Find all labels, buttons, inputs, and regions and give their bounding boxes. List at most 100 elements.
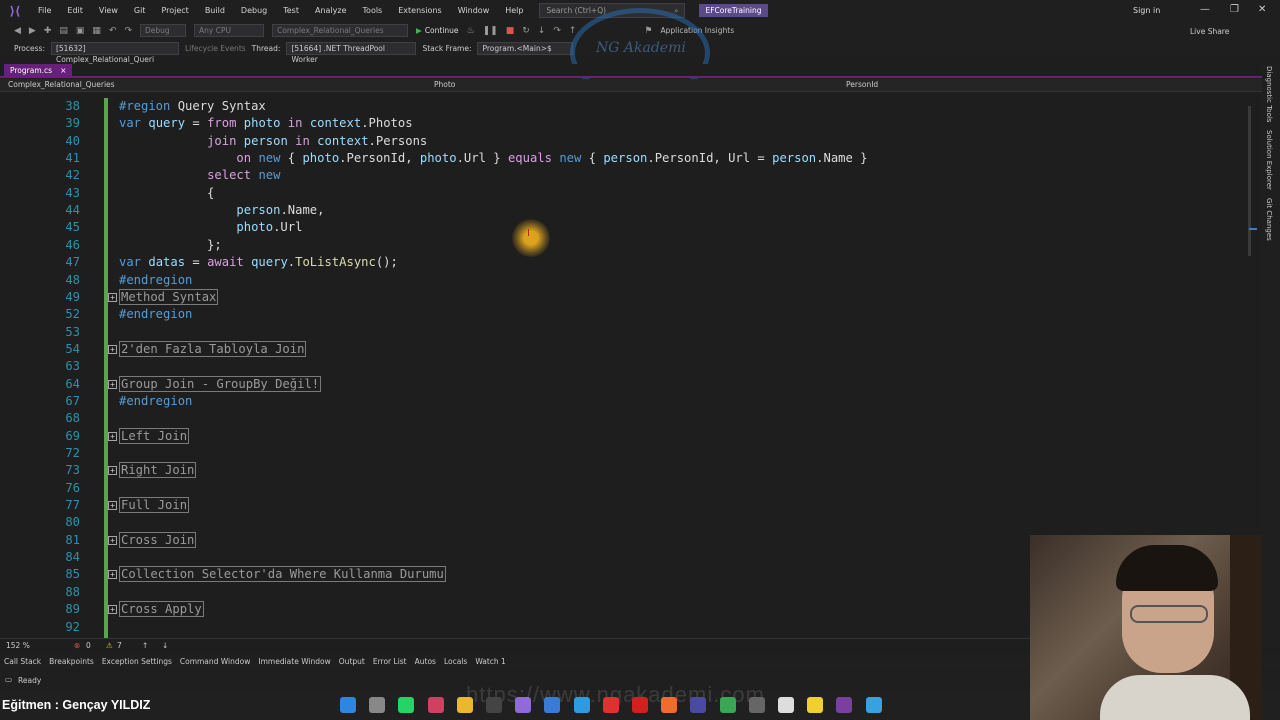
- live-share-button[interactable]: Live Share: [1190, 27, 1229, 36]
- code-line[interactable]: 72: [0, 445, 1246, 462]
- nav-project-dropdown[interactable]: Complex_Relational_Queries: [8, 80, 115, 89]
- stack-frame-dropdown[interactable]: Program.<Main>$: [477, 41, 574, 55]
- code-line[interactable]: 49 + Method Syntax: [0, 288, 1246, 306]
- code-line[interactable]: 80: [0, 514, 1246, 531]
- code-line[interactable]: 68: [0, 410, 1246, 427]
- sign-in-link[interactable]: Sign in: [1133, 6, 1160, 15]
- maximize-icon[interactable]: ❐: [1230, 4, 1239, 15]
- redo-icon[interactable]: ↷: [124, 26, 132, 36]
- code-line[interactable]: 69 + Left Join: [0, 427, 1246, 445]
- continue-button[interactable]: ▶ Continue: [416, 26, 459, 35]
- menu-git[interactable]: Git: [126, 6, 154, 15]
- previous-issue-icon[interactable]: ↑: [142, 641, 148, 650]
- snipping-tool-icon[interactable]: [427, 697, 444, 713]
- tab-error-list[interactable]: Error List: [373, 657, 407, 666]
- code-line[interactable]: 64 + Group Join - GroupBy Değil!: [0, 375, 1246, 393]
- expand-region-icon[interactable]: +: [108, 535, 117, 545]
- menu-help[interactable]: Help: [497, 6, 531, 15]
- chrome-icon[interactable]: [719, 697, 736, 713]
- tab-locals[interactable]: Locals: [444, 657, 467, 666]
- code-line[interactable]: 42 select new: [0, 167, 1246, 184]
- opera-icon[interactable]: [602, 697, 619, 713]
- code-line[interactable]: 45 photo.Url: [0, 219, 1246, 236]
- hot-reload-icon[interactable]: ♨: [467, 26, 475, 36]
- error-count[interactable]: 0: [86, 641, 91, 650]
- code-line[interactable]: 73 + Right Join: [0, 462, 1246, 479]
- code-line[interactable]: 53: [0, 324, 1246, 341]
- tab-immediate-window[interactable]: Immediate Window: [258, 657, 330, 666]
- photos-icon[interactable]: [544, 697, 561, 713]
- tab-watch-1[interactable]: Watch 1: [475, 657, 506, 666]
- menu-extensions[interactable]: Extensions: [390, 6, 449, 15]
- edge-icon[interactable]: [573, 697, 590, 713]
- undo-icon[interactable]: ↶: [109, 26, 117, 36]
- onenote-icon[interactable]: [836, 697, 853, 713]
- scrollbar-thumb[interactable]: [1248, 106, 1251, 256]
- new-item-icon[interactable]: ✚: [44, 26, 52, 36]
- expand-region-icon[interactable]: +: [108, 292, 117, 302]
- configuration-dropdown[interactable]: Debug: [140, 24, 187, 37]
- code-line[interactable]: 43 {: [0, 185, 1246, 202]
- code-line[interactable]: 76: [0, 480, 1246, 497]
- menu-test[interactable]: Test: [275, 6, 307, 15]
- windows-start-icon[interactable]: [340, 697, 356, 713]
- back-icon[interactable]: ◀: [14, 26, 21, 36]
- forward-icon[interactable]: ▶: [29, 26, 36, 36]
- next-issue-icon[interactable]: ↓: [162, 641, 168, 650]
- stop-icon[interactable]: ■: [506, 26, 515, 36]
- app-icon[interactable]: [748, 697, 765, 713]
- nav-member-dropdown[interactable]: PersonId: [846, 80, 878, 89]
- file-explorer-icon[interactable]: [456, 697, 473, 713]
- code-line[interactable]: 52 #endregion: [0, 306, 1246, 323]
- platform-dropdown[interactable]: Any CPU: [194, 24, 265, 37]
- startup-project-dropdown[interactable]: Complex_Relational_Queries: [272, 24, 409, 37]
- step-into-icon[interactable]: ↓: [538, 26, 546, 36]
- notepad-icon[interactable]: [865, 697, 882, 713]
- expand-region-icon[interactable]: +: [108, 605, 117, 615]
- eclipse-icon[interactable]: [690, 697, 707, 713]
- expand-region-icon[interactable]: +: [108, 344, 117, 354]
- code-line[interactable]: 40 join person in context.Persons: [0, 133, 1246, 150]
- diagnostic-tools-tab[interactable]: Diagnostic Tools: [1265, 66, 1273, 122]
- close-icon[interactable]: ✕: [1258, 4, 1266, 15]
- expand-region-icon[interactable]: +: [108, 379, 117, 389]
- menu-window[interactable]: Window: [450, 6, 498, 15]
- code-line[interactable]: 67 #endregion: [0, 393, 1246, 410]
- code-line[interactable]: 46 };: [0, 237, 1246, 254]
- git-changes-tab[interactable]: Git Changes: [1265, 198, 1273, 241]
- tab-close-icon[interactable]: ×: [60, 66, 66, 75]
- menu-analyze[interactable]: Analyze: [307, 6, 355, 15]
- menu-project[interactable]: Project: [153, 6, 196, 15]
- tab-breakpoints[interactable]: Breakpoints: [49, 657, 94, 666]
- nav-type-dropdown[interactable]: Photo: [434, 80, 455, 89]
- menu-build[interactable]: Build: [197, 6, 233, 15]
- tab-output[interactable]: Output: [339, 657, 365, 666]
- expand-region-icon[interactable]: +: [108, 501, 117, 511]
- process-dropdown[interactable]: [51632] Complex_Relational_Queri: [50, 41, 179, 64]
- save-all-icon[interactable]: ▦: [92, 26, 101, 36]
- menu-edit[interactable]: Edit: [59, 6, 91, 15]
- whatsapp-icon[interactable]: [398, 697, 415, 713]
- solution-explorer-tab[interactable]: Solution Explorer: [1265, 130, 1273, 190]
- code-line[interactable]: 54 +2'den Fazla Tabloyla Join: [0, 340, 1246, 358]
- task-view-icon[interactable]: [369, 697, 386, 713]
- restart-icon[interactable]: ↻: [522, 26, 530, 36]
- menu-debug[interactable]: Debug: [233, 6, 275, 15]
- code-line[interactable]: 47 var datas = await query.ToListAsync();: [0, 254, 1246, 271]
- openai-icon[interactable]: [778, 697, 794, 713]
- lifecycle-events-button[interactable]: Lifecycle Events: [185, 44, 246, 53]
- record-icon[interactable]: [632, 697, 648, 713]
- visual-studio-icon[interactable]: [515, 697, 532, 713]
- code-line[interactable]: 39 var query = from photo in context.Phot…: [0, 115, 1246, 132]
- menu-view[interactable]: View: [91, 6, 126, 15]
- sticky-notes-icon[interactable]: [807, 697, 824, 713]
- postman-icon[interactable]: [661, 697, 678, 713]
- code-line[interactable]: 63: [0, 358, 1246, 375]
- pause-icon[interactable]: ❚❚: [483, 26, 498, 36]
- menu-tools[interactable]: Tools: [355, 6, 391, 15]
- warning-count[interactable]: 7: [117, 641, 122, 650]
- code-line[interactable]: 48 #endregion: [0, 272, 1246, 289]
- zoom-level-dropdown[interactable]: 152 %: [6, 641, 30, 650]
- tab-command-window[interactable]: Command Window: [180, 657, 251, 666]
- expand-region-icon[interactable]: +: [108, 570, 117, 580]
